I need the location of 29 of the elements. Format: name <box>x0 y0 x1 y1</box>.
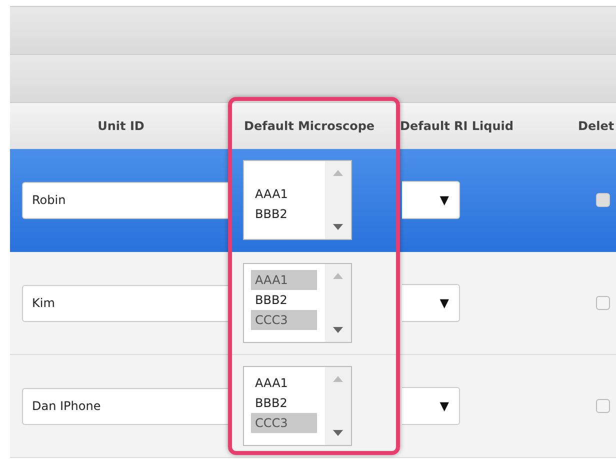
scroll-down-icon[interactable] <box>333 224 343 230</box>
scroll-up-icon[interactable] <box>333 376 343 382</box>
dropdown[interactable]: ▼ <box>402 284 460 322</box>
list-option[interactable]: BBB2 <box>251 290 317 310</box>
scroll-down-icon[interactable] <box>333 430 343 436</box>
list-box[interactable]: AAA1 BBB2 CCC3 <box>243 366 352 446</box>
scrollbar[interactable] <box>325 264 351 342</box>
dropdown[interactable]: ▼ <box>402 387 460 425</box>
scroll-down-icon[interactable] <box>333 327 343 333</box>
table-row[interactable]: Dan IPhone <box>10 355 232 458</box>
list-option[interactable]: BBB2 <box>251 204 317 224</box>
column-header: Default Microscope <box>232 102 396 149</box>
column-header: Delet <box>540 102 616 149</box>
list-option[interactable]: AAA1 <box>251 270 317 290</box>
scroll-up-icon[interactable] <box>333 170 343 176</box>
delete-checkbox[interactable] <box>596 193 610 207</box>
list-option[interactable]: AAA1 <box>251 184 317 204</box>
list-option[interactable]: BBB2 <box>251 393 317 413</box>
list-box[interactable]: AAA1 BBB2 <box>243 160 352 240</box>
delete-checkbox[interactable] <box>596 399 610 413</box>
list-option[interactable]: CCC3 <box>251 413 317 433</box>
list-option[interactable]: CCC3 <box>251 310 317 330</box>
scrollbar[interactable] <box>325 161 351 239</box>
dropdown[interactable]: ▼ <box>402 181 460 219</box>
scrollbar[interactable] <box>325 367 351 445</box>
delete-checkbox[interactable] <box>596 296 610 310</box>
scroll-up-icon[interactable] <box>333 273 343 279</box>
list-option[interactable]: AAA1 <box>251 373 317 393</box>
list-box[interactable]: AAA1 BBB2 CCC3 <box>243 263 352 343</box>
